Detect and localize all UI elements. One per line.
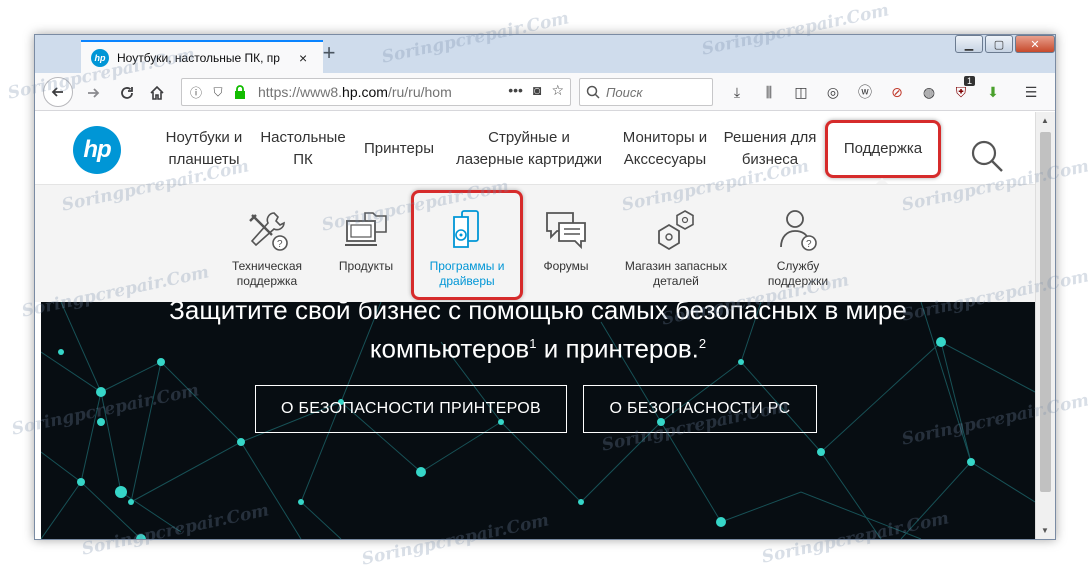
navigation-toolbar: ⓘ ⛉ https://www8.hp.com/ru/ru/hom ••• ◙ … <box>35 73 1055 111</box>
new-tab-button[interactable]: + <box>317 40 341 65</box>
site-search-icon[interactable] <box>969 138 1005 174</box>
printer-security-button[interactable]: О БЕЗОПАСНОСТИ ПРИНТЕРОВ <box>255 385 567 433</box>
reload-button[interactable] <box>115 81 139 105</box>
hp-logo[interactable]: hp <box>73 126 121 174</box>
hero-banner: Защитите свой бизнес с помощью самых без… <box>41 302 1035 539</box>
hp-favicon-icon: hp <box>91 48 109 67</box>
forward-button[interactable] <box>81 81 105 105</box>
lock-icon[interactable] <box>232 84 248 100</box>
search-field[interactable]: Поиск <box>579 78 713 106</box>
w-extension-icon[interactable]: ⓦ <box>853 80 877 104</box>
scrollbar-thumb[interactable] <box>1040 132 1051 492</box>
address-bar[interactable]: ⓘ ⛉ https://www8.hp.com/ru/ru/hom ••• ◙ … <box>181 78 571 106</box>
support-submenu: ? Техническая поддержка Продукты Програм… <box>35 184 1035 302</box>
download-helper-icon[interactable]: ⬇ <box>981 80 1005 104</box>
submenu-tech-support[interactable]: ? Техническая поддержка <box>221 207 313 289</box>
menu-desktops[interactable]: Настольные ПК <box>257 127 349 171</box>
hero-heading-line1: Защитите свой бизнес с помощью самых без… <box>169 302 907 325</box>
svg-text:?: ? <box>277 239 283 250</box>
reload-icon <box>121 87 133 99</box>
page-scrollbar[interactable]: ▲ ▼ <box>1035 112 1055 539</box>
sidebar-icon[interactable]: ◫ <box>789 80 813 104</box>
web-page: hp Ноутбуки и планшеты Настольные ПК При… <box>35 112 1035 539</box>
menu-laptops[interactable]: Ноутбуки и планшеты <box>159 127 249 171</box>
submenu-parts-store[interactable]: Магазин запасных деталей <box>617 207 735 289</box>
arrow-right-icon <box>88 88 100 98</box>
menu-printers[interactable]: Принтеры <box>357 127 441 171</box>
svg-text:?: ? <box>806 239 812 250</box>
scroll-up-icon[interactable]: ▲ <box>1041 116 1049 125</box>
hp-site-header: hp Ноутбуки и планшеты Настольные ПК При… <box>35 112 1035 187</box>
tools-question-icon: ? <box>249 212 288 251</box>
maximize-button[interactable]: ▢ <box>985 35 1013 53</box>
submenu-products[interactable]: Продукты <box>329 207 403 274</box>
page-actions-button[interactable]: ••• <box>508 82 523 99</box>
tab-close-icon[interactable]: × <box>299 50 307 66</box>
arrow-left-icon <box>51 87 63 97</box>
info-icon[interactable]: ⓘ <box>188 84 204 100</box>
submenu-forums[interactable]: Форумы <box>531 207 601 274</box>
menu-cartridges[interactable]: Струйные и лазерные картриджи <box>449 127 609 171</box>
url-text[interactable]: https://www8.hp.com/ru/ru/hom <box>258 84 470 100</box>
pc-security-button[interactable]: О БЕЗОПАСНОСТИ PC <box>583 385 817 433</box>
menu-monitors[interactable]: Мониторы и Акссесуары <box>615 127 715 171</box>
browser-window: hp Ноутбуки, настольные ПК, пр × + ▁ ▢ ✕… <box>34 34 1056 540</box>
back-button[interactable] <box>43 77 73 107</box>
hero-heading-line2: компьютеров1 и принтеров.2 <box>369 333 707 364</box>
home-icon <box>150 85 164 100</box>
toolbar-extensions: ⤓ ⫼ ◫ ◎ ⓦ ⊘ ◍ ⛨ 1 ⬇ ☰ <box>725 76 1043 104</box>
tab-title: Ноутбуки, настольные ПК, пр <box>117 50 280 65</box>
close-window-button[interactable]: ✕ <box>1015 35 1055 53</box>
minimize-button[interactable]: ▁ <box>955 35 983 53</box>
computer-folder-icon <box>345 212 387 246</box>
ublock-icon[interactable]: ⛨ 1 <box>949 76 975 104</box>
support-highlight-frame <box>825 120 941 178</box>
notification-badge: 1 <box>963 76 975 86</box>
hexagon-parts-icon <box>658 210 694 251</box>
chat-bubbles-icon <box>546 212 586 250</box>
scroll-down-icon[interactable]: ▼ <box>1041 526 1049 535</box>
pocket-icon[interactable]: ◙ <box>533 82 541 99</box>
tab-strip: hp Ноутбуки, настольные ПК, пр × + ▁ ▢ ✕ <box>35 35 1055 73</box>
hamburger-menu-icon[interactable]: ☰ <box>1019 80 1043 104</box>
submenu-contact-support[interactable]: ? Службу поддержки <box>751 207 845 289</box>
menu-business[interactable]: Решения для бизнеса <box>721 127 819 171</box>
active-tab[interactable]: hp Ноутбуки, настольные ПК, пр × <box>81 40 323 73</box>
drivers-highlight-frame <box>411 190 523 300</box>
person-question-icon: ? <box>780 210 817 251</box>
bookmark-star-icon[interactable]: ☆ <box>551 82 564 99</box>
download-icon[interactable]: ⤓ <box>725 80 749 104</box>
globe-icon[interactable]: ◍ <box>917 80 941 104</box>
reader-extension-icon[interactable]: ◎ <box>821 80 845 104</box>
home-button[interactable] <box>145 81 169 105</box>
library-icon[interactable]: ⫼ <box>757 80 781 104</box>
tracking-shield-icon[interactable]: ⛉ <box>210 84 226 100</box>
window-controls: ▁ ▢ ✕ <box>955 35 1055 53</box>
search-icon <box>586 85 600 99</box>
search-placeholder: Поиск <box>606 84 643 100</box>
blocked-extension-icon[interactable]: ⊘ <box>885 80 909 104</box>
